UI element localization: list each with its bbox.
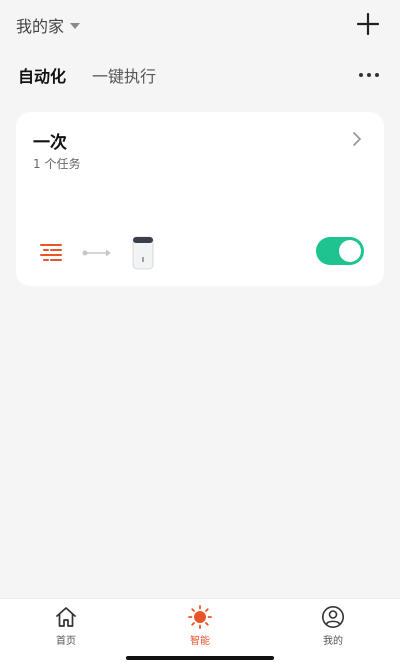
automation-card[interactable]: 一次 1 个任务 <box>16 112 384 286</box>
scene-tabs: 自动化 一键执行 <box>18 63 156 87</box>
automation-title: 一次 <box>33 133 67 153</box>
nav-home[interactable]: 首页 <box>36 605 96 647</box>
smart-scenes-screen: 我的家 自动化 一键执行 一次 1 个任务 首页 智能 我的 <box>0 0 400 666</box>
toggle-knob <box>339 240 361 262</box>
chevron-right-icon[interactable] <box>352 131 362 147</box>
home-switcher[interactable]: 我的家 <box>16 13 81 37</box>
more-dots-icon[interactable] <box>358 70 380 80</box>
tab-automation[interactable]: 自动化 <box>18 63 66 87</box>
nav-smart[interactable]: 智能 <box>170 605 230 647</box>
nav-profile-label: 我的 <box>323 636 343 647</box>
nav-profile[interactable]: 我的 <box>303 605 363 647</box>
home-icon <box>56 607 76 627</box>
profile-icon <box>322 606 344 628</box>
smart-sun-icon <box>188 605 212 629</box>
plus-icon[interactable] <box>356 12 380 36</box>
automation-task-count: 1 个任务 <box>33 157 81 171</box>
arrow-right-icon <box>82 249 111 257</box>
caret-down-icon <box>70 23 81 29</box>
nav-smart-label: 智能 <box>190 636 210 647</box>
nav-home-label: 首页 <box>56 636 76 647</box>
task-flow <box>40 236 154 270</box>
home-indicator <box>126 656 274 660</box>
dehumidifier-icon <box>132 236 154 270</box>
tab-one-click[interactable]: 一键执行 <box>92 63 156 87</box>
schedule-list-icon <box>40 244 62 261</box>
home-name: 我的家 <box>16 17 65 36</box>
automation-toggle[interactable] <box>316 237 364 265</box>
